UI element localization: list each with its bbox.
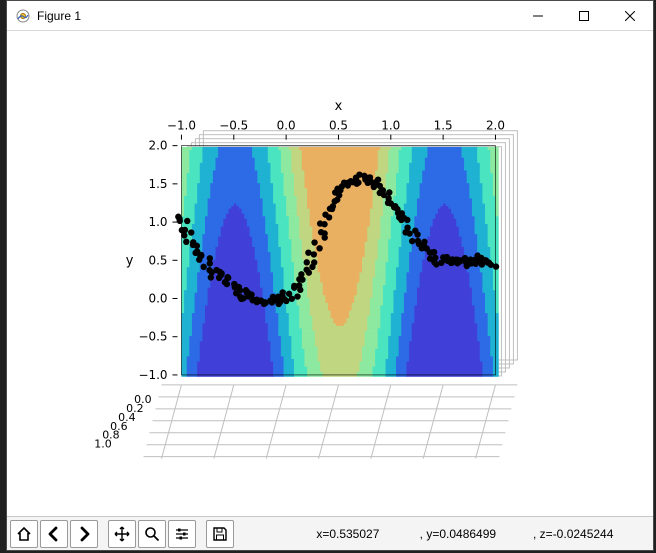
svg-text:−1.0: −1.0 bbox=[138, 368, 167, 382]
save-icon bbox=[212, 526, 228, 542]
zoom-button[interactable] bbox=[138, 520, 166, 548]
pan-button[interactable] bbox=[108, 520, 136, 548]
svg-text:0.0: 0.0 bbox=[148, 291, 167, 305]
axes-3d: −1.0 −0.5 0.0 0.5 1.0 1.5 2.0 x −1.0 −0.5 0.0 0.5 1.… bbox=[7, 31, 653, 515]
configure-button[interactable] bbox=[168, 520, 196, 548]
figure-window: Figure 1 −1.0 −0.5 0.0 0.5 1.0 1.5 2.0 x −1.0 −0.… bbox=[6, 0, 654, 551]
zoom-icon bbox=[144, 526, 160, 542]
svg-text:x: x bbox=[335, 99, 343, 114]
forward-button[interactable] bbox=[70, 520, 98, 548]
home-button[interactable] bbox=[10, 520, 38, 548]
back-icon bbox=[46, 526, 62, 542]
status-x-label: x= bbox=[316, 527, 329, 541]
nav-toolbar: x=0.535027 , y=0.0486499 , z=-0.0245244 bbox=[7, 516, 653, 550]
status-z-label: , z= bbox=[533, 527, 553, 541]
svg-text:1.0: 1.0 bbox=[381, 119, 400, 133]
svg-text:y: y bbox=[126, 253, 134, 268]
svg-text:−0.5: −0.5 bbox=[219, 119, 248, 133]
svg-text:2.0: 2.0 bbox=[148, 139, 167, 153]
maximize-icon bbox=[579, 11, 589, 21]
maximize-button[interactable] bbox=[561, 1, 607, 30]
app-icon bbox=[15, 8, 31, 24]
home-icon bbox=[16, 526, 32, 542]
close-button[interactable] bbox=[607, 1, 653, 30]
minimize-button[interactable] bbox=[515, 1, 561, 30]
title-bar: Figure 1 bbox=[7, 1, 653, 31]
svg-text:1.0: 1.0 bbox=[94, 438, 111, 451]
status-y-label: , y= bbox=[420, 527, 440, 541]
svg-text:1.5: 1.5 bbox=[148, 177, 167, 191]
svg-text:1.5: 1.5 bbox=[434, 119, 453, 133]
status-x-val: 0.535027 bbox=[329, 527, 379, 541]
figure-canvas[interactable]: −1.0 −0.5 0.0 0.5 1.0 1.5 2.0 x −1.0 −0.5 0.0 0.5 1.… bbox=[7, 31, 653, 516]
pan-icon bbox=[114, 526, 130, 542]
svg-text:−0.5: −0.5 bbox=[138, 330, 167, 344]
status-y-val: 0.0486499 bbox=[439, 527, 496, 541]
status-z-val: -0.0245244 bbox=[553, 527, 614, 541]
forward-icon bbox=[76, 526, 92, 542]
status-bar: x=0.535027 , y=0.0486499 , z=-0.0245244 bbox=[235, 527, 653, 541]
svg-text:1.0: 1.0 bbox=[148, 215, 167, 229]
minimize-icon bbox=[533, 11, 543, 21]
back-button[interactable] bbox=[40, 520, 68, 548]
save-button[interactable] bbox=[206, 520, 234, 548]
window-controls bbox=[515, 1, 653, 30]
svg-text:0.5: 0.5 bbox=[148, 253, 167, 267]
svg-text:0.5: 0.5 bbox=[329, 119, 348, 133]
svg-text:−1.0: −1.0 bbox=[167, 119, 196, 133]
svg-text:2.0: 2.0 bbox=[486, 119, 505, 133]
sliders-icon bbox=[174, 526, 190, 542]
svg-text:0.0: 0.0 bbox=[277, 119, 296, 133]
window-title: Figure 1 bbox=[37, 9, 515, 23]
close-icon bbox=[625, 11, 635, 21]
